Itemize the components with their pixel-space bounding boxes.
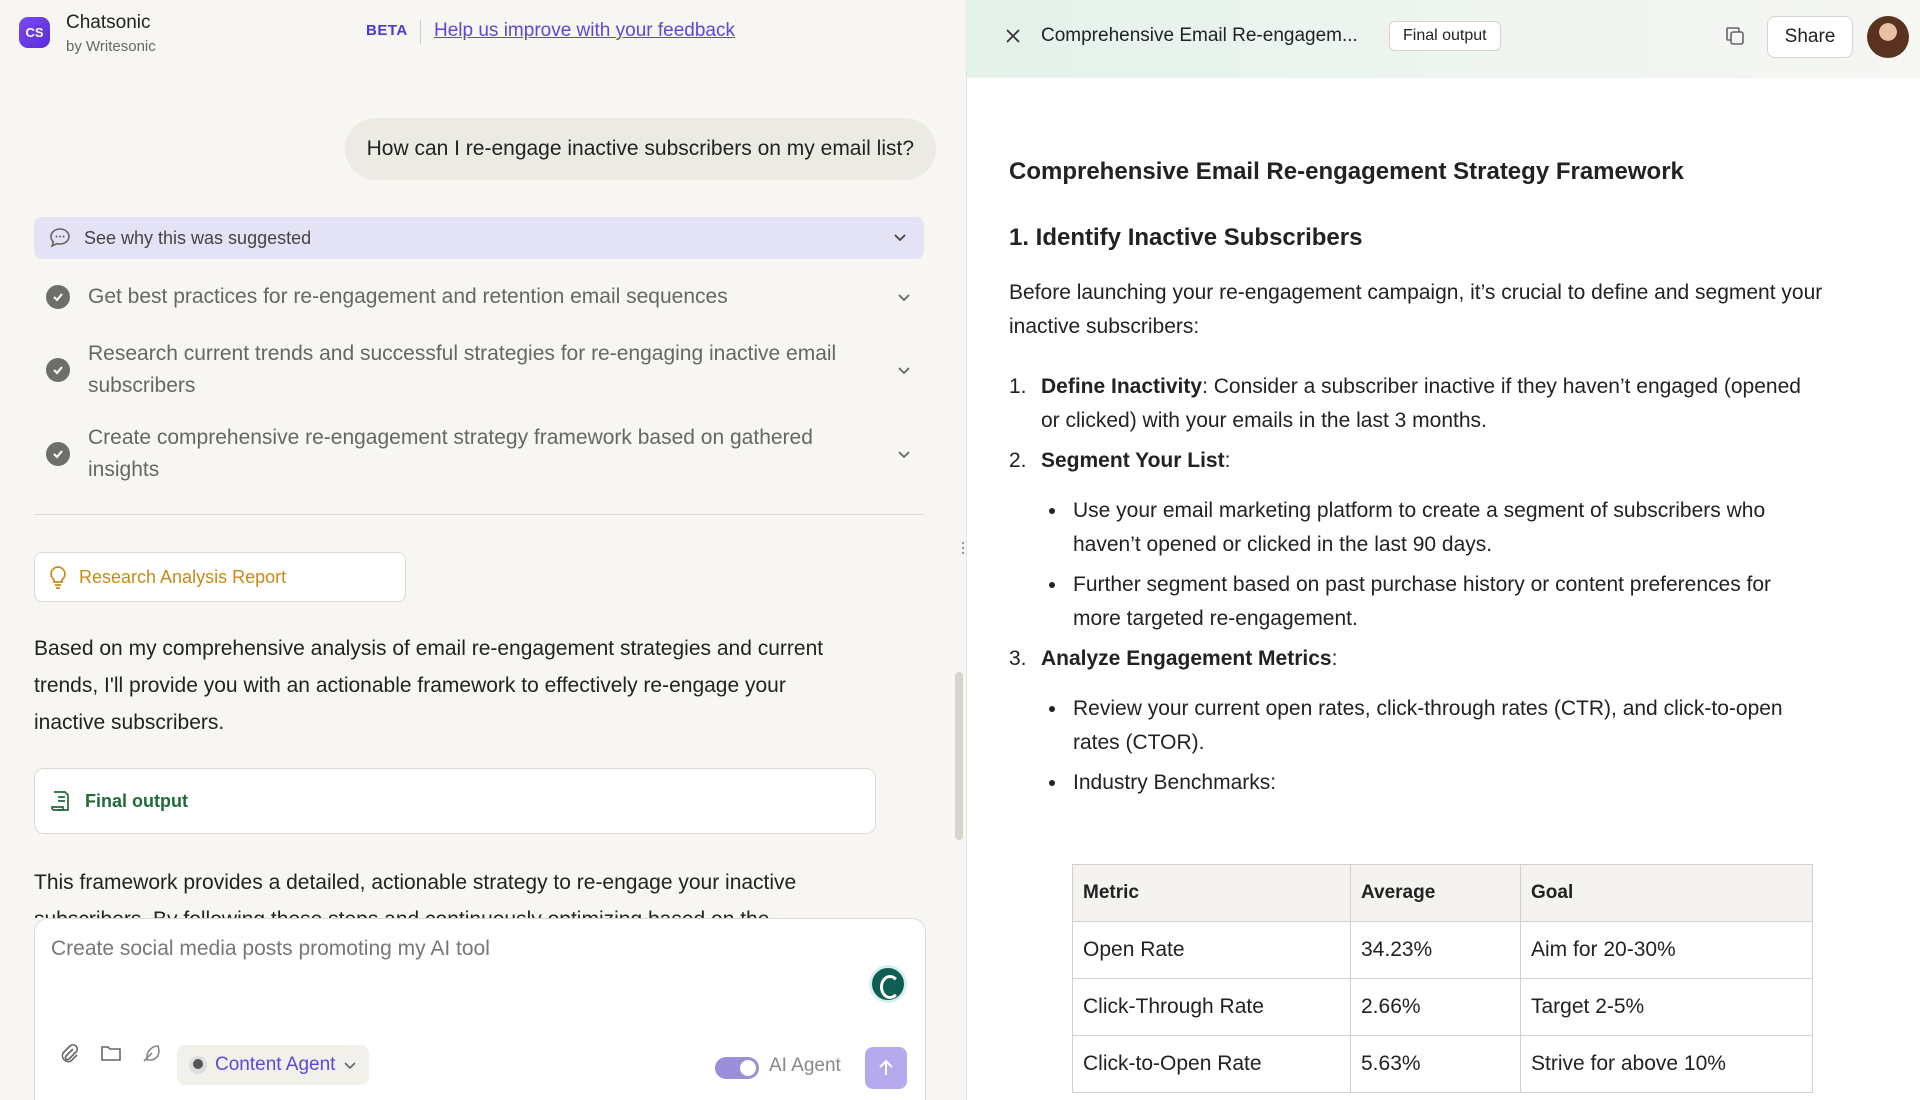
bullet-item: Use your email marketing platform to cre… <box>1049 494 1789 562</box>
section-heading: 1. Identify Inactive Subscribers <box>1009 224 1363 251</box>
table-cell: 34.23% <box>1350 921 1521 979</box>
step-label: Research current trends and successful s… <box>88 342 837 397</box>
research-step[interactable]: Get best practices for re-engagement and… <box>34 281 924 313</box>
table-row: Click-Through Rate 2.66% Target 2-5% <box>1072 978 1813 1036</box>
bullet-item: Review your current open rates, click-th… <box>1049 692 1789 760</box>
user-avatar[interactable] <box>1867 16 1909 58</box>
research-report-card[interactable]: Research Analysis Report <box>34 552 406 602</box>
message-composer: Content Agent AI Agent <box>34 918 926 1100</box>
paperclip-icon <box>61 1043 79 1063</box>
table-cell: Open Rate <box>1072 921 1351 979</box>
numbered-item: 3. Analyze Engagement Metrics: <box>1009 642 1809 676</box>
table-row: Click-to-Open Rate 5.63% Strive for abov… <box>1072 1035 1813 1093</box>
table-cell: Click-Through Rate <box>1072 978 1351 1036</box>
prompt-input[interactable] <box>51 937 751 961</box>
send-button[interactable] <box>865 1047 907 1089</box>
table-header-row: Metric Average Goal <box>1072 864 1813 922</box>
agent-selector[interactable]: Content Agent <box>177 1045 370 1085</box>
feather-button[interactable] <box>137 1039 165 1067</box>
scrollbar[interactable] <box>955 672 963 840</box>
document-heading: Comprehensive Email Re-engagement Strate… <box>1009 158 1684 185</box>
beta-badge: BETA <box>366 22 408 39</box>
final-output-badge: Final output <box>1389 21 1501 51</box>
item-title: Define Inactivity <box>1041 375 1203 398</box>
assistant-badge-icon[interactable] <box>869 965 907 1003</box>
final-output-card[interactable]: Final output <box>34 768 876 834</box>
agent-label: Content Agent <box>215 1054 336 1075</box>
feather-icon <box>143 1045 160 1062</box>
check-icon <box>46 285 70 309</box>
chat-pane: CS Chatsonic by Writesonic BETA Help us … <box>0 0 966 1100</box>
intro-paragraph: Before launching your re-engagement camp… <box>1009 281 1823 338</box>
feedback-link[interactable]: Help us improve with your feedback <box>434 20 735 42</box>
ai-agent-label: AI Agent <box>769 1055 841 1076</box>
agent-avatar-icon <box>189 1056 207 1074</box>
folder-icon <box>101 1046 121 1061</box>
user-message: How can I re-engage inactive subscribers… <box>344 118 936 180</box>
section-divider <box>34 514 924 515</box>
document-header: Comprehensive Email Re-engagem... Final … <box>967 0 1920 78</box>
step-label: Get best practices for re-engagement and… <box>88 285 728 308</box>
share-button[interactable]: Share <box>1767 16 1853 58</box>
ai-agent-toggle[interactable] <box>715 1057 759 1079</box>
chevron-down-icon <box>898 451 910 459</box>
top-bar: CS Chatsonic by Writesonic BETA Help us … <box>0 0 966 64</box>
numbered-item: 2. Segment Your List: <box>1009 444 1809 478</box>
chevron-down-icon <box>898 294 910 302</box>
final-output-label: Final output <box>85 790 188 811</box>
table-cell: 2.66% <box>1350 978 1521 1036</box>
close-icon[interactable] <box>1003 26 1023 46</box>
step-label: Create comprehensive re-engagement strat… <box>88 426 813 481</box>
research-step[interactable]: Research current trends and successful s… <box>34 338 924 402</box>
table-header: Goal <box>1520 864 1813 922</box>
document-icon <box>51 791 69 811</box>
item-text: : <box>1224 449 1231 472</box>
bullet-item: Industry Benchmarks: <box>1049 766 1789 800</box>
numbered-item: 1. Define Inactivity: Consider a subscri… <box>1009 370 1809 438</box>
item-title: Segment Your List <box>1041 449 1225 472</box>
chevron-down-icon <box>344 1062 357 1070</box>
table-cell: Target 2-5% <box>1520 978 1813 1036</box>
table-header: Metric <box>1072 864 1351 922</box>
bullet-text: Industry Benchmarks: <box>1073 771 1277 794</box>
table-header: Average <box>1350 864 1521 922</box>
document-title: Comprehensive Email Re-engagem... <box>1041 25 1358 46</box>
benchmark-table: Metric Average Goal Open Rate 34.23% Aim… <box>1072 864 1813 1093</box>
table-row: Open Rate 34.23% Aim for 20-30% <box>1072 921 1813 979</box>
analysis-text: Based on my comprehensive analysis of em… <box>34 637 824 734</box>
table-cell: 5.63% <box>1350 1035 1521 1093</box>
arrow-up-icon <box>879 1059 893 1075</box>
bullet-text: Further segment based on past purchase h… <box>1073 573 1772 630</box>
bullet-text: Use your email marketing platform to cre… <box>1073 499 1766 556</box>
chat-bubble-icon <box>50 228 70 248</box>
divider <box>420 20 421 44</box>
app-name: Chatsonic <box>66 12 151 33</box>
bullet-item: Further segment based on past purchase h… <box>1049 568 1789 636</box>
check-icon <box>46 442 70 466</box>
table-cell: Click-to-Open Rate <box>1072 1035 1351 1093</box>
table-cell: Aim for 20-30% <box>1520 921 1813 979</box>
item-number: 1. <box>1009 375 1027 398</box>
item-number: 3. <box>1009 647 1027 670</box>
report-card-label: Research Analysis Report <box>79 566 287 587</box>
lightbulb-icon <box>50 566 66 589</box>
why-suggested-label: See why this was suggested <box>84 227 312 248</box>
item-text: : <box>1331 647 1338 670</box>
chevron-down-icon <box>894 234 906 242</box>
table-cell: Strive for above 10% <box>1520 1035 1813 1093</box>
item-number: 2. <box>1009 449 1027 472</box>
chevron-down-icon <box>898 367 910 375</box>
copy-icon[interactable] <box>1723 24 1747 48</box>
app-subtitle: by Writesonic <box>66 38 156 55</box>
attach-button[interactable] <box>55 1039 83 1067</box>
item-title: Analyze Engagement Metrics <box>1041 647 1332 670</box>
why-suggested-toggle[interactable]: See why this was suggested <box>34 217 924 259</box>
app-logo: CS <box>19 17 50 48</box>
research-step[interactable]: Create comprehensive re-engagement strat… <box>34 422 924 486</box>
framework-text: This framework provides a detailed, acti… <box>34 871 797 918</box>
bullet-text: Review your current open rates, click-th… <box>1073 697 1783 754</box>
folder-button[interactable] <box>97 1039 125 1067</box>
check-icon <box>46 358 70 382</box>
